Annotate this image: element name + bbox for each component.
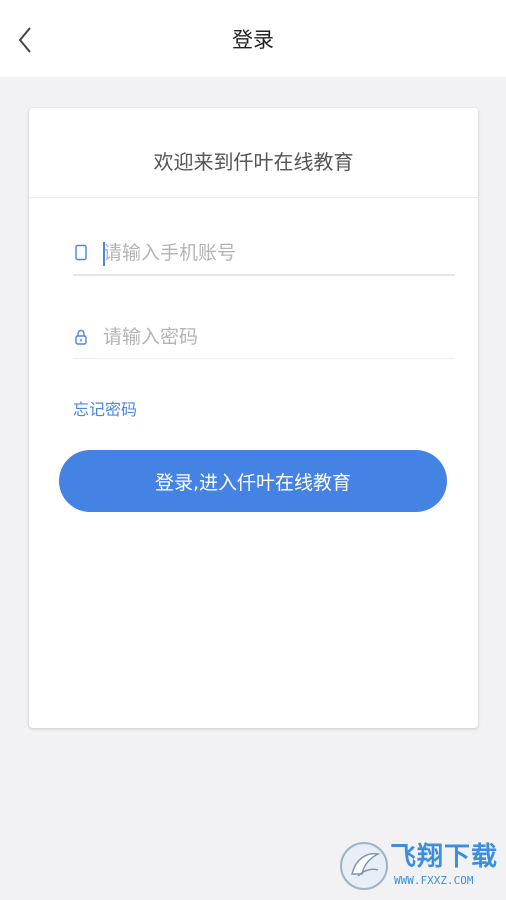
welcome-text: 欢迎来到仟叶在线教育 xyxy=(153,150,354,174)
watermark-title: 飞翔下载 xyxy=(390,842,499,872)
forgot-password-link[interactable]: 忘记密码 xyxy=(73,398,137,422)
text-caret xyxy=(103,242,105,266)
lock-icon xyxy=(73,328,89,346)
login-button[interactable]: 登录,进入仟叶在线教育 xyxy=(59,450,447,512)
login-card: 欢迎来到仟叶在线教育 忘记密码 登录,进入仟叶在线教育 xyxy=(29,108,478,728)
watermark: 飞翔下载 WWW.FXXZ.COM xyxy=(338,840,498,892)
divider xyxy=(29,197,478,198)
password-field xyxy=(73,318,455,359)
watermark-logo-icon xyxy=(338,840,390,892)
watermark-url: WWW.FXXZ.COM xyxy=(394,874,474,887)
phone-icon xyxy=(73,244,89,262)
phone-input[interactable] xyxy=(103,236,443,270)
password-input[interactable] xyxy=(103,320,443,354)
page-title: 登录 xyxy=(232,28,274,52)
top-bar: 登录 xyxy=(0,0,506,77)
phone-field xyxy=(73,234,455,276)
